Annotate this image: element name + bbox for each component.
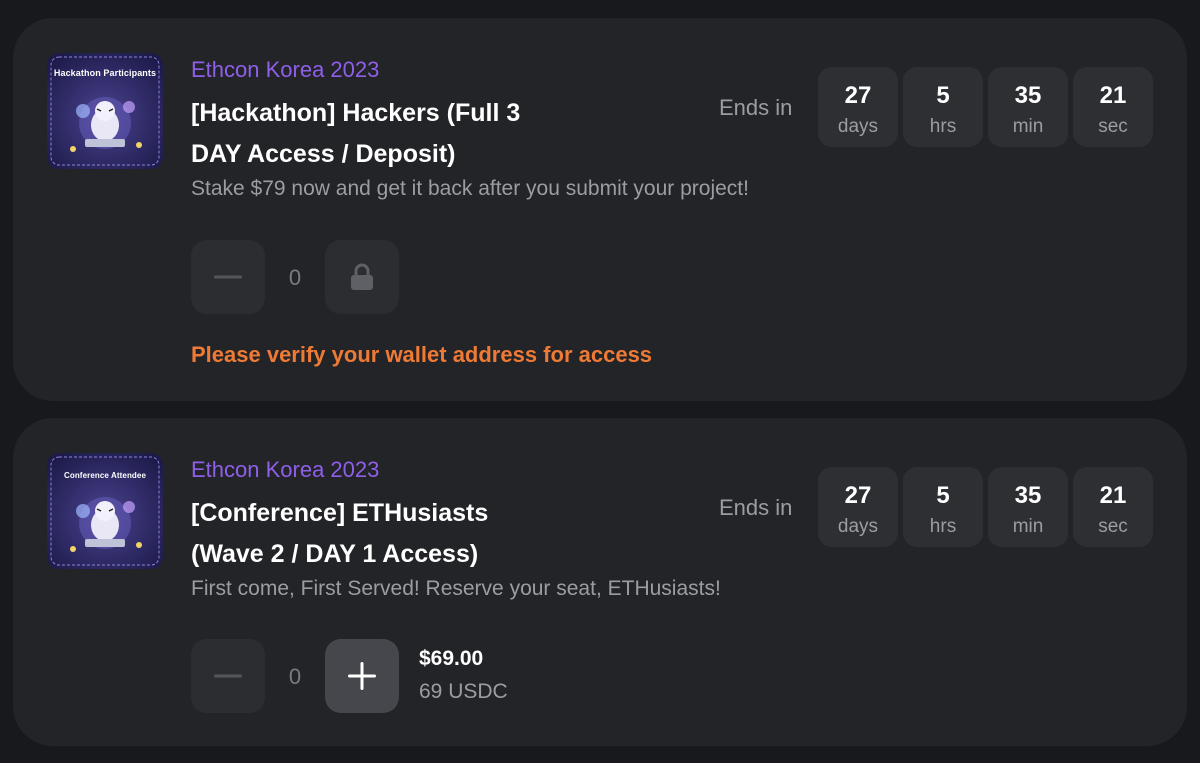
ticket-card-conference: Conference Attendee Ethcon Korea 2023 [C… xyxy=(13,418,1187,746)
countdown-value: 35 xyxy=(1014,482,1042,509)
countdown-seconds: 21 sec xyxy=(1073,467,1153,547)
quantity-value: 0 xyxy=(288,265,302,290)
lock-icon xyxy=(351,263,373,290)
ticket-price-crypto: 69 USDC xyxy=(419,680,508,703)
countdown-unit: min xyxy=(1012,116,1044,137)
ticket-title-line-2: (Wave 2 / DAY 1 Access) xyxy=(191,540,479,568)
ticket-title-line-1: [Conference] ETHusiasts xyxy=(191,499,489,527)
countdown-value: 35 xyxy=(1014,82,1042,109)
countdown-unit: days xyxy=(837,516,879,537)
increase-quantity-button[interactable] xyxy=(325,639,399,713)
ends-in-label: Ends in xyxy=(719,95,793,120)
ticket-price: $69.00 xyxy=(419,647,484,670)
ticket-description: First come, First Served! Reserve your s… xyxy=(191,577,721,600)
countdown-minutes: 35 min xyxy=(988,67,1068,147)
countdown-minutes: 35 min xyxy=(988,467,1068,547)
countdown-unit: hrs xyxy=(929,516,957,537)
countdown-unit: sec xyxy=(1098,516,1128,537)
countdown-hours: 5 hrs xyxy=(903,67,983,147)
organizer-name: Ethcon Korea 2023 xyxy=(191,57,380,82)
countdown-seconds: 21 sec xyxy=(1073,67,1153,147)
ticket-card-hackathon: Hackathon Participants Ethcon Korea 2023… xyxy=(13,18,1187,401)
ticket-title: [Hackathon] Hackers (Full 3 DAY Access /… xyxy=(191,93,631,175)
thumbnail-label: Hackathon Participants xyxy=(53,68,157,78)
countdown-value: 21 xyxy=(1099,82,1127,109)
countdown-days: 27 days xyxy=(818,67,898,147)
countdown-hours: 5 hrs xyxy=(903,467,983,547)
countdown-unit: days xyxy=(837,116,879,137)
plus-icon xyxy=(348,662,376,690)
countdown-value: 5 xyxy=(936,482,950,509)
decrease-quantity-button[interactable] xyxy=(191,240,265,314)
quantity-value: 0 xyxy=(288,664,302,689)
ticket-description: Stake $79 now and get it back after you … xyxy=(191,177,749,200)
organizer-name: Ethcon Korea 2023 xyxy=(191,457,380,482)
countdown-value: 21 xyxy=(1099,482,1127,509)
ends-in-label: Ends in xyxy=(719,495,793,520)
thumbnail-label: Conference Attendee xyxy=(63,471,147,480)
ticket-thumbnail: Hackathon Participants xyxy=(47,53,163,169)
ticket-title: [Conference] ETHusiasts (Wave 2 / DAY 1 … xyxy=(191,493,631,575)
minus-icon xyxy=(214,674,242,678)
countdown-value: 27 xyxy=(844,82,872,109)
countdown-days: 27 days xyxy=(818,467,898,547)
countdown-unit: min xyxy=(1012,516,1044,537)
countdown-value: 5 xyxy=(936,82,950,109)
minus-icon xyxy=(214,275,242,279)
countdown-value: 27 xyxy=(844,482,872,509)
ticket-thumbnail: Conference Attendee xyxy=(47,453,163,569)
locked-increase-button[interactable] xyxy=(325,240,399,314)
countdown-unit: sec xyxy=(1098,116,1128,137)
ticket-title-line-1: [Hackathon] Hackers (Full 3 xyxy=(191,99,521,127)
countdown-unit: hrs xyxy=(929,116,957,137)
verify-wallet-notice: Please verify your wallet address for ac… xyxy=(191,342,653,367)
decrease-quantity-button[interactable] xyxy=(191,639,265,713)
ticket-title-line-2: DAY Access / Deposit) xyxy=(191,140,456,168)
